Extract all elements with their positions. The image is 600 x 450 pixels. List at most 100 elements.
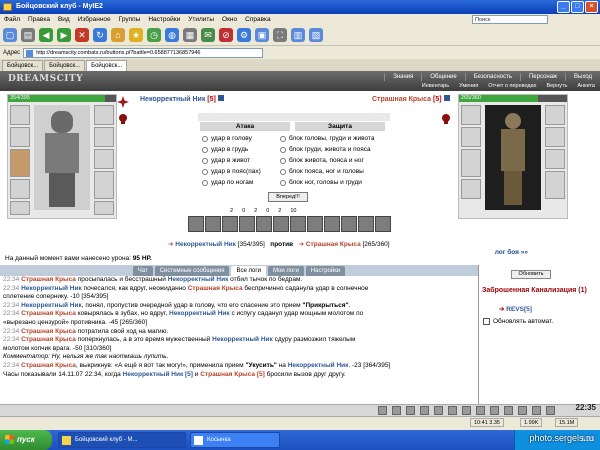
menu-file[interactable]: Файл	[4, 14, 20, 25]
attack-legs-option[interactable]: удар по ногам	[202, 179, 253, 186]
menu-groups[interactable]: Группы	[119, 14, 141, 25]
new-window-icon[interactable]: ▢	[3, 28, 17, 42]
menu-settings[interactable]: Настройки	[148, 14, 180, 25]
refresh-icon[interactable]: ↻	[93, 28, 107, 42]
start-button[interactable]: пуск	[0, 430, 52, 450]
tab-settings[interactable]: Настройки	[305, 266, 346, 276]
chat-nickname[interactable]: Страшная Крыса	[21, 362, 76, 369]
defense-option-3[interactable]: блок живота, пояса и ног	[280, 157, 364, 164]
print-icon[interactable]: ▦	[183, 28, 197, 42]
toolbar-icon[interactable]	[378, 406, 387, 415]
shield-slot[interactable]	[94, 201, 114, 215]
radio[interactable]	[280, 179, 286, 186]
spell-slot[interactable]	[290, 216, 306, 232]
spell-slot[interactable]	[307, 216, 323, 232]
nav-inventory[interactable]: Инвентарь	[417, 82, 454, 90]
auto-update-option[interactable]: Обновлять автомат.	[483, 318, 553, 325]
mail-icon[interactable]: ✉	[201, 28, 215, 42]
address-input[interactable]: http://dreamscity.combats.ru/buttons.pl?…	[23, 47, 264, 58]
defense-option-1[interactable]: блок головы, груди и живота	[280, 135, 374, 142]
player-name-label[interactable]: Некорректный Ник [5]	[140, 95, 224, 103]
info-icon[interactable]	[443, 95, 450, 101]
taskbar-item-browser[interactable]: Бойцовский клуб - M...	[58, 432, 186, 448]
chat-nickname[interactable]: Страшная Крыса [5]	[200, 371, 265, 378]
toolbar-icon[interactable]	[532, 406, 541, 415]
menu-window[interactable]: Окно	[222, 14, 237, 25]
nav-knowledge[interactable]: Знания	[384, 73, 421, 81]
chat-nickname[interactable]: Некорректный Ник [5]	[123, 371, 193, 378]
radio[interactable]	[280, 168, 286, 175]
maximize-button[interactable]: □	[571, 1, 584, 13]
chat-nickname[interactable]: Некорректный Ник	[169, 310, 230, 317]
vs-enemy[interactable]: Страшная Крыса	[306, 241, 361, 248]
chat-nickname[interactable]: Страшная Крыса	[21, 310, 76, 317]
toolbar-icon[interactable]	[546, 406, 555, 415]
chat-nickname[interactable]: Страшная Крыса	[188, 285, 243, 292]
earring-slot[interactable]	[94, 105, 114, 125]
search-input[interactable]: Поиск	[472, 15, 548, 24]
radio[interactable]	[202, 168, 208, 175]
refresh-button[interactable]: Обновить	[511, 270, 551, 279]
battle-log-link[interactable]: лог боя »»	[495, 249, 528, 256]
enemy-name-label[interactable]: Страшная Крыса [5]	[372, 95, 450, 103]
nav-return[interactable]: Вернуть	[541, 82, 572, 90]
radio[interactable]	[202, 146, 208, 153]
toolbar-icon[interactable]	[504, 406, 513, 415]
chat-nickname[interactable]: Некорректный Ник	[21, 285, 82, 292]
history-icon[interactable]: ◷	[147, 28, 161, 42]
toolbar-icon[interactable]	[490, 406, 499, 415]
tools-icon[interactable]: ⚙	[237, 28, 251, 42]
minimize-button[interactable]: _	[557, 1, 570, 13]
back-icon[interactable]: ◀	[39, 28, 53, 42]
menu-edit[interactable]: Правка	[28, 14, 50, 25]
save-icon[interactable]: ▤	[21, 28, 35, 42]
taskbar-item-solitaire[interactable]: Косынка	[190, 432, 280, 448]
spell-slot[interactable]	[256, 216, 272, 232]
spell-slot[interactable]	[324, 216, 340, 232]
vs-player[interactable]: Некорректный Ник	[175, 241, 236, 248]
defense-option-5[interactable]: блок ног, головы и груди	[280, 179, 362, 186]
toolbar-icon[interactable]	[476, 406, 485, 415]
spell-slot[interactable]	[205, 216, 221, 232]
window-icon[interactable]: ▣	[255, 28, 269, 42]
chat-nickname[interactable]: Страшная Крыса	[21, 328, 76, 335]
armor-slot[interactable]	[10, 179, 30, 199]
browser-tab[interactable]: Бойцовск...	[2, 60, 44, 71]
cascade-icon[interactable]: ▧	[309, 28, 323, 42]
block-icon[interactable]: ⊘	[219, 28, 233, 42]
toolbar-icon[interactable]	[448, 406, 457, 415]
nav-transfers[interactable]: Отчет о переводах	[483, 82, 541, 90]
menu-favorites[interactable]: Избранное	[78, 14, 111, 25]
forward-icon[interactable]: ▶	[57, 28, 71, 42]
defense-option-2[interactable]: блок груди, живота и пояса	[280, 146, 371, 153]
chat-nickname[interactable]: Некорректный Ник	[168, 276, 229, 283]
tab-chat[interactable]: Чат	[132, 266, 153, 276]
toolbar-icon[interactable]	[392, 406, 401, 415]
helmet-slot[interactable]	[10, 105, 30, 125]
spell-slot[interactable]	[358, 216, 374, 232]
spell-slot[interactable]	[188, 216, 204, 232]
gloves-slot[interactable]	[94, 127, 114, 147]
attack-chest-option[interactable]: удар в грудь	[202, 146, 248, 153]
browser-tab-active[interactable]: Бойцовск...	[86, 60, 128, 71]
online-user[interactable]: ➔ REVS[5]	[499, 305, 532, 313]
boots-slot[interactable]	[94, 171, 114, 199]
stop-icon[interactable]: ✕	[75, 28, 89, 42]
toolbar-icon[interactable]	[434, 406, 443, 415]
ring-slot[interactable]	[94, 149, 114, 169]
tile-icon[interactable]: ▥	[291, 28, 305, 42]
toolbar-icon[interactable]	[462, 406, 471, 415]
auto-update-checkbox[interactable]	[483, 318, 490, 325]
radio[interactable]	[280, 157, 286, 164]
nav-security[interactable]: Безопасность	[464, 73, 520, 81]
toolbar-icon[interactable]	[518, 406, 527, 415]
nav-exit[interactable]: Выход	[565, 73, 600, 81]
tab-all-logs[interactable]: Все логи	[231, 266, 266, 276]
browser-tab[interactable]: Бойцовск...	[44, 60, 86, 71]
defense-option-4[interactable]: блок пояса, ног и головы	[280, 168, 364, 175]
window-titlebar[interactable]: Бойцовский клуб - MyIE2 _ □ ×	[0, 0, 600, 14]
toolbar-icon[interactable]	[420, 406, 429, 415]
chat-nickname[interactable]: Некорректный Ник	[212, 336, 273, 343]
chat-nickname[interactable]: Страшная Крыса	[21, 336, 76, 343]
favorites-icon[interactable]: ★	[129, 28, 143, 42]
